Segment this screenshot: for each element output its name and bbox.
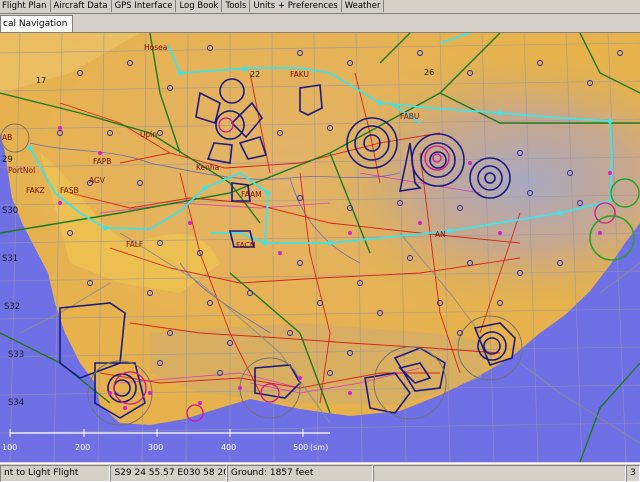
menu-bar: Flight Plan Aircraft Data GPS Interface … <box>0 0 640 14</box>
airfield-label: Upin <box>140 130 157 139</box>
status-message: nt to Light Flight <box>0 465 111 482</box>
status-bar: nt to Light Flight S29 24 55.57 E030 58 … <box>0 463 640 482</box>
lat-label: S32 <box>4 302 20 312</box>
status-coordinates: S29 24 55.57 E030 58 20.07 <box>110 465 227 482</box>
scale-tick-label: 300 <box>148 443 163 452</box>
menu-gps-interface[interactable]: GPS Interface <box>112 0 177 12</box>
airfield-label: FASB <box>60 186 79 195</box>
lat-label: 29 <box>2 155 13 165</box>
airfield-label: PortNol <box>8 166 35 175</box>
lat-label: S31 <box>2 254 18 264</box>
airfield-label: FALF <box>126 240 143 249</box>
airfield-label: AB <box>2 133 12 142</box>
airfield-label: Hosea <box>144 43 167 52</box>
airfield-label: FACN <box>236 241 255 250</box>
menu-weather[interactable]: Weather <box>342 0 385 12</box>
menu-tools[interactable]: Tools <box>222 0 251 12</box>
menu-units-preferences[interactable]: Units + Preferences <box>250 0 342 12</box>
airfield-label: FAKU <box>290 70 309 79</box>
long-label: 22 <box>250 70 260 79</box>
airfield-label: FAPB <box>93 157 111 166</box>
status-page: 3 <box>626 465 640 482</box>
scale-tick-label: 200 <box>75 443 90 452</box>
status-ground-elevation: Ground: 1857 feet <box>226 465 373 482</box>
lat-label: S30 <box>2 206 18 216</box>
scale-tick-label: 500 <box>293 443 308 452</box>
airfield-label: FAKZ <box>26 186 45 195</box>
airfield-label: AN <box>435 230 446 239</box>
tab-strip: cal Navigation <box>0 14 640 33</box>
scale-unit-label: (sm) <box>310 443 328 452</box>
lat-label: S33 <box>8 350 24 360</box>
airfield-label: Kenha <box>196 163 219 172</box>
lat-label: S34 <box>8 398 24 408</box>
status-spacer <box>372 465 627 482</box>
airfield-label: FABU <box>400 112 419 121</box>
scale-tick-label: 400 <box>221 443 236 452</box>
scale-tick-label: 100 <box>2 443 17 452</box>
tab-local-navigation[interactable]: cal Navigation <box>0 15 74 32</box>
long-label: 26 <box>424 68 434 77</box>
airfield-label: AGV <box>89 176 106 185</box>
menu-log-book[interactable]: Log Book <box>176 0 223 12</box>
navigation-map[interactable]: 29 S30 S31 S32 S33 S34 17 22 26 Hosea FA… <box>0 33 640 462</box>
menu-flight-plan[interactable]: Flight Plan <box>0 0 51 12</box>
menu-aircraft-data[interactable]: Aircraft Data <box>51 0 112 12</box>
long-label: 17 <box>36 76 46 85</box>
airfield-label: FAAM <box>241 190 262 199</box>
